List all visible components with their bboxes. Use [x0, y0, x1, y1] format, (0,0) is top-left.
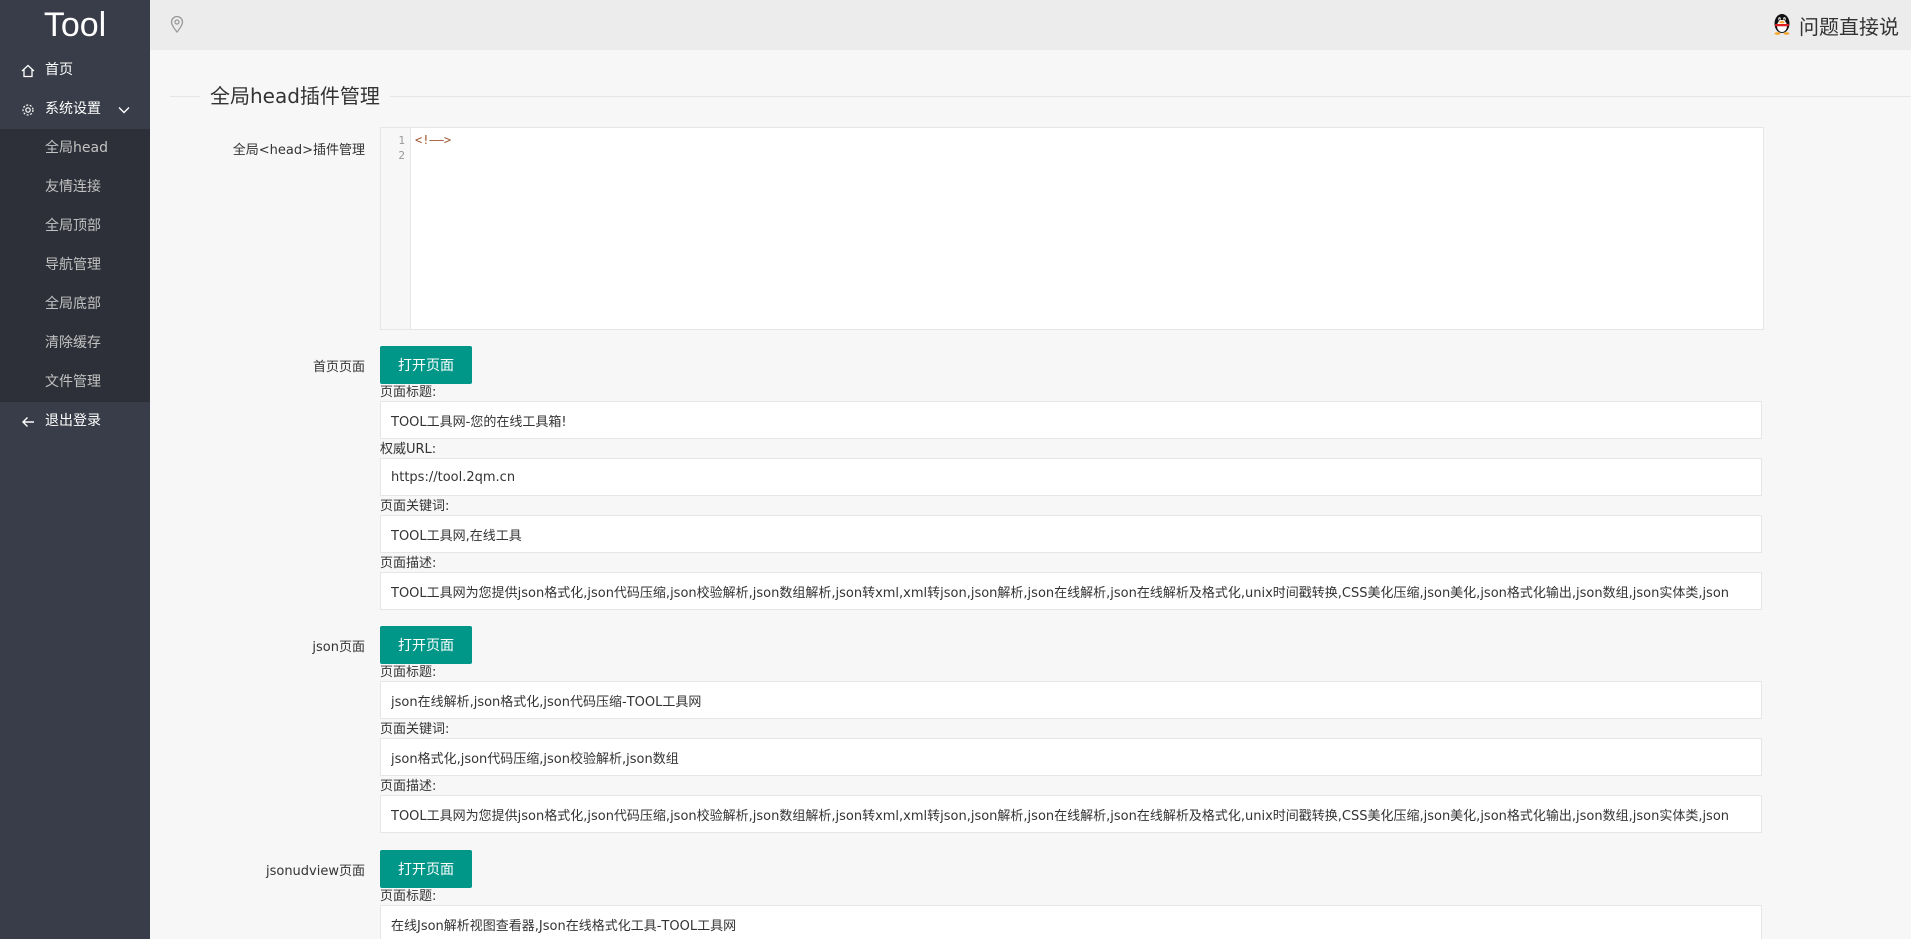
field-label: 页面关键词:	[380, 722, 450, 737]
nav-home-label: 首页	[45, 62, 73, 78]
section-legend: 全局head插件管理	[170, 83, 1911, 109]
submenu-item-global-head[interactable]: 全局head	[0, 129, 150, 168]
section-label-home: 首页页面	[312, 360, 365, 375]
field-label: 权威URL:	[380, 442, 437, 457]
canonical-url-input[interactable]	[380, 458, 1762, 496]
submenu-item-global-top[interactable]: 全局顶部	[0, 207, 150, 246]
topbar: 问题直接说	[150, 0, 1911, 50]
nav-settings[interactable]: 系统设置	[0, 90, 150, 129]
line-number: 1	[398, 134, 405, 147]
page-title-input[interactable]	[380, 905, 1762, 939]
gear-icon	[20, 90, 36, 129]
page-title-input[interactable]	[380, 401, 1762, 439]
user-link-text: 问题直接说	[1799, 14, 1899, 39]
page-title-input[interactable]	[380, 681, 1762, 719]
submenu-item-global-bottom[interactable]: 全局底部	[0, 285, 150, 324]
field-label: 页面标题:	[380, 889, 437, 904]
field-label: 页面描述:	[380, 556, 437, 571]
page-keywords-input[interactable]	[380, 515, 1762, 553]
nav-settings-label: 系统设置	[45, 101, 101, 117]
qq-penguin-icon	[1771, 11, 1793, 40]
qq-contact-link[interactable]: 问题直接说	[1771, 0, 1899, 50]
line-number: 2	[398, 149, 405, 162]
submenu-item-file-management[interactable]: 文件管理	[0, 363, 150, 402]
nav-logout-label: 退出登录	[45, 413, 101, 429]
open-page-button-jsonudview[interactable]: 打开页面	[380, 850, 472, 888]
nav-home[interactable]: 首页	[0, 51, 150, 90]
arrow-left-icon	[20, 402, 36, 441]
section-label-json: json页面	[312, 640, 365, 655]
head-plugin-label: 全局<head>插件管理	[232, 143, 365, 158]
location-icon[interactable]	[170, 15, 184, 37]
page-description-input[interactable]	[380, 795, 1762, 833]
page-keywords-input[interactable]	[380, 738, 1762, 776]
page-title: 全局head插件管理	[200, 83, 390, 109]
page-description-input[interactable]	[380, 572, 1762, 610]
sidebar: Tool 首页 系统设置 全局head 友情连接 全局顶部 导航管理 全局底部 …	[0, 0, 150, 939]
chevron-down-icon	[118, 90, 130, 129]
field-label: 页面关键词:	[380, 499, 450, 514]
submenu-item-nav-management[interactable]: 导航管理	[0, 246, 150, 285]
home-icon	[20, 51, 36, 90]
section-label-jsonudview: jsonudview页面	[265, 864, 365, 879]
field-label: 页面描述:	[380, 779, 437, 794]
code-line[interactable]: <!——>	[415, 133, 451, 148]
line-number-gutter: 1 2	[381, 128, 411, 329]
submenu-item-friend-links[interactable]: 友情连接	[0, 168, 150, 207]
open-page-button-json[interactable]: 打开页面	[380, 626, 472, 664]
field-label: 页面标题:	[380, 665, 437, 680]
settings-submenu: 全局head 友情连接 全局顶部 导航管理 全局底部 清除缓存 文件管理	[0, 129, 150, 402]
open-page-button-home[interactable]: 打开页面	[380, 346, 472, 384]
field-label: 页面标题:	[380, 385, 437, 400]
logo: Tool	[43, 6, 107, 44]
submenu-item-clear-cache[interactable]: 清除缓存	[0, 324, 150, 363]
nav-logout[interactable]: 退出登录	[0, 402, 150, 441]
legend-divider	[170, 96, 1911, 97]
main-content: 全局head插件管理 全局<head>插件管理 1 2 <!——> 首页页面 打…	[150, 50, 1911, 939]
code-editor[interactable]: 1 2 <!——>	[380, 127, 1764, 330]
